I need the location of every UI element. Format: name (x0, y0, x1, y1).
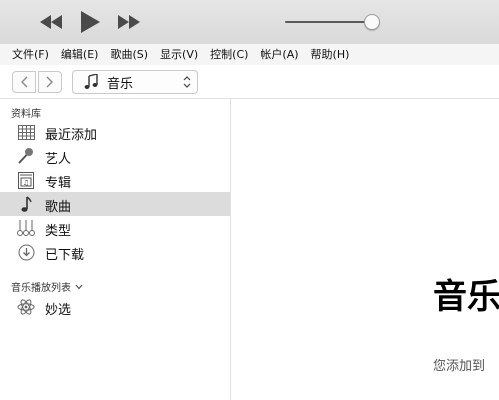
page-subtitle: 您添加到 (433, 359, 486, 374)
playlists-title: 音乐播放列表 (11, 283, 71, 294)
sidebar-item-artists[interactable]: 艺人 (0, 144, 230, 168)
sidebar-item-songs[interactable]: 歌曲 (0, 192, 230, 216)
sidebar-item-label: 最近添加 (45, 128, 98, 143)
sidebar-item-genres[interactable]: 类型 (0, 216, 230, 240)
album-icon: ♫ (17, 171, 35, 189)
sidebar-item-label: 妙选 (45, 303, 72, 318)
menu-bar: 文件(F) 编辑(E) 歌曲(S) 显示(V) 控制(C) 帐户(A) 帮助(H… (0, 44, 499, 65)
play-button[interactable] (78, 0, 102, 44)
navigation-toolbar: 音乐 (0, 65, 499, 99)
sidebar-item-label: 专辑 (45, 176, 72, 191)
sidebar-item-recently-added[interactable]: 最近添加 (0, 120, 230, 144)
media-type-label: 音乐 (107, 76, 134, 92)
playlists-section-title[interactable]: 音乐播放列表 (11, 279, 83, 294)
play-icon (81, 11, 100, 33)
rewind-icon (40, 15, 62, 29)
svg-text:♫: ♫ (23, 179, 29, 187)
menu-view[interactable]: 显示(V) (154, 44, 204, 65)
microphone-icon (17, 147, 35, 165)
media-type-select[interactable]: 音乐 (72, 70, 198, 94)
main-content: 音乐 您添加到 (231, 99, 499, 400)
grid-icon (17, 123, 35, 141)
menu-help[interactable]: 帮助(H) (305, 44, 356, 65)
menu-edit[interactable]: 编辑(E) (55, 44, 105, 65)
sidebar: 资料库 最近添加 艺人 ♫ 专辑 歌曲 类型 已下载 音乐播放列表 妙选 (0, 99, 231, 400)
chevron-down-icon (75, 284, 83, 289)
volume-slider[interactable] (285, 14, 388, 30)
menu-account[interactable]: 帐户(A) (254, 44, 304, 65)
menu-file[interactable]: 文件(F) (6, 44, 55, 65)
sidebar-item-label: 已下载 (45, 248, 85, 263)
sidebar-item-label: 类型 (45, 224, 72, 239)
music-note-icon (83, 74, 99, 90)
menu-controls[interactable]: 控制(C) (204, 44, 254, 65)
forward-button[interactable] (38, 71, 62, 93)
download-icon (17, 243, 35, 261)
atom-icon (17, 298, 35, 316)
rewind-button[interactable] (38, 0, 64, 44)
fast-forward-icon (118, 15, 140, 29)
sidebar-item-genius[interactable]: 妙选 (0, 295, 230, 319)
chevron-right-icon (46, 76, 53, 88)
menu-song[interactable]: 歌曲(S) (104, 44, 154, 65)
fast-forward-button[interactable] (116, 0, 142, 44)
genre-icon (17, 219, 35, 237)
transport-bar (0, 0, 499, 44)
sidebar-item-label: 艺人 (45, 152, 72, 167)
up-down-chevron-icon (183, 76, 191, 88)
sidebar-item-label: 歌曲 (45, 200, 72, 215)
music-note-icon (17, 195, 35, 213)
volume-knob[interactable] (364, 14, 381, 30)
back-button[interactable] (12, 71, 36, 93)
page-title: 音乐 (433, 277, 499, 317)
sidebar-item-albums[interactable]: ♫ 专辑 (0, 168, 230, 192)
chevron-left-icon (21, 76, 28, 88)
library-section-title: 资料库 (11, 109, 41, 120)
sidebar-item-downloaded[interactable]: 已下载 (0, 240, 230, 264)
